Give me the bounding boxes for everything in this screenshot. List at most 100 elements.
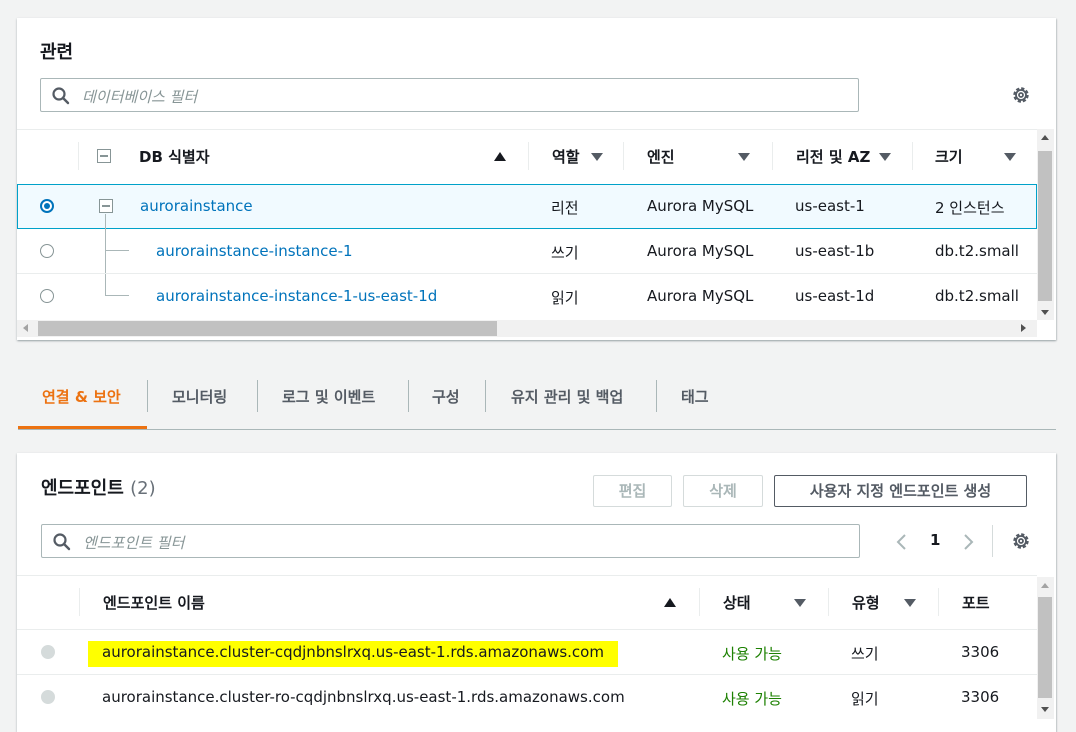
database-filter-placeholder: 데이터베이스 필터 [82,88,198,106]
row-engine: Aurora MySQL [647,197,754,215]
tab-maintenance-backup[interactable]: 유지 관리 및 백업 [511,378,623,428]
tree-line [105,295,129,296]
column-endpoint-name[interactable]: 엔드포인트 이름 [103,592,205,613]
sort-ascending-icon[interactable] [664,598,676,607]
row-size: db.t2.small [935,242,1019,260]
horizontal-scrollbar[interactable] [17,320,1037,337]
row-role: 쓰기 [551,244,579,262]
detail-tabs: 연결 & 보안 모니터링 로그 및 이벤트 구성 유지 관리 및 백업 태그 [18,378,1056,430]
table-top-border [17,575,1037,576]
tab-connectivity-security[interactable]: 연결 & 보안 [18,378,147,429]
sort-caret-down-icon[interactable] [738,153,750,161]
related-panel: 관련 데이터베이스 필터 DB 식별자 역할 엔진 리전 및 AZ 크기 aur… [17,18,1056,340]
sort-caret-down-icon[interactable] [591,153,603,161]
row-size: db.t2.small [935,287,1019,305]
scroll-left-arrow-icon[interactable] [23,324,28,332]
row-radio-selected[interactable] [40,199,54,213]
row-divider [17,273,1037,274]
row-radio[interactable] [40,289,54,303]
column-db-id[interactable]: DB 식별자 [139,146,210,167]
scroll-right-arrow-icon[interactable] [1021,324,1026,332]
table-top-border [17,129,1037,130]
scroll-down-arrow-icon[interactable] [1041,310,1049,315]
column-type[interactable]: 유형 [852,592,880,613]
column-region[interactable]: 리전 및 AZ [796,146,870,167]
tab-separator [257,380,258,412]
database-filter-input[interactable]: 데이터베이스 필터 [40,78,859,112]
endpoints-count: (2) [130,478,156,499]
chevron-right-icon[interactable] [961,533,975,551]
delete-button[interactable]: 삭제 [683,475,763,507]
endpoint-port: 3306 [961,643,1000,661]
row-region: us-east-1b [795,242,875,260]
sort-caret-down-icon[interactable] [794,599,806,607]
search-icon [52,87,70,105]
column-engine[interactable]: 엔진 [647,146,675,167]
endpoint-filter-placeholder: 엔드포인트 필터 [83,534,185,552]
column-size[interactable]: 크기 [935,146,963,167]
row-region: us-east-1 [795,197,865,215]
settings-gear-icon[interactable] [1010,84,1032,106]
scroll-down-arrow-icon[interactable] [1041,707,1049,712]
sort-caret-down-icon[interactable] [1004,153,1016,161]
scroll-up-arrow-icon[interactable] [1041,135,1049,140]
endpoints-title-text: 엔드포인트 [41,478,124,499]
collapse-all-icon[interactable] [97,149,111,163]
vertical-scrollbar[interactable] [1037,577,1054,719]
sort-caret-down-icon[interactable] [879,153,891,161]
column-separator [828,588,829,616]
endpoint-name: aurorainstance.cluster-cqdjnbnslrxq.us-e… [88,641,618,667]
column-separator [623,142,624,170]
endpoint-port: 3306 [961,688,1000,706]
row-size: 2 인스턴스 [935,199,1005,217]
tab-configuration[interactable]: 구성 [432,378,460,428]
tab-separator [408,380,409,412]
db-id-link[interactable]: aurorainstance [140,197,253,215]
vertical-scrollbar[interactable] [1037,129,1054,320]
current-page-number[interactable]: 1 [930,531,940,549]
row-region: us-east-1d [795,287,875,305]
tab-separator [485,380,486,412]
sort-caret-down-icon[interactable] [904,599,916,607]
row-radio-disabled [41,645,55,659]
endpoint-type: 쓰기 [851,645,879,663]
sort-ascending-icon[interactable] [494,152,506,161]
scroll-thumb[interactable] [1038,597,1052,698]
column-separator [699,588,700,616]
endpoint-filter-input[interactable]: 엔드포인트 필터 [41,524,860,558]
row-divider [17,629,1037,630]
row-radio-disabled [41,690,55,704]
row-engine: Aurora MySQL [647,287,754,305]
row-radio[interactable] [40,244,54,258]
tab-separator [656,380,657,412]
column-separator [78,142,79,170]
search-icon [53,533,71,551]
endpoint-status: 사용 가능 [722,690,782,708]
tab-monitoring[interactable]: 모니터링 [172,378,227,428]
tree-line [105,250,129,251]
tab-logs-events[interactable]: 로그 및 이벤트 [282,378,375,428]
db-id-link[interactable]: aurorainstance-instance-1 [156,242,353,260]
column-separator [938,588,939,616]
endpoint-name: aurorainstance.cluster-ro-cqdjnbnslrxq.u… [102,688,625,706]
scroll-thumb[interactable] [1038,151,1052,301]
endpoints-panel: 엔드포인트 (2) 편집 삭제 사용자 지정 엔드포인트 생성 엔드포인트 필터… [17,453,1056,732]
row-engine: Aurora MySQL [647,242,754,260]
create-custom-endpoint-button[interactable]: 사용자 지정 엔드포인트 생성 [774,475,1027,507]
edit-button[interactable]: 편집 [593,475,672,507]
column-role[interactable]: 역할 [552,146,580,167]
db-id-link[interactable]: aurorainstance-instance-1-us-east-1d [156,287,437,305]
chevron-left-icon[interactable] [895,533,909,551]
scroll-up-arrow-icon[interactable] [1041,583,1049,588]
scroll-thumb[interactable] [38,321,497,336]
endpoint-status: 사용 가능 [722,645,782,663]
column-port[interactable]: 포트 [962,592,990,613]
endpoint-type: 읽기 [851,690,879,708]
column-status[interactable]: 상태 [723,592,751,613]
tree-line [105,214,106,295]
column-separator [79,588,80,616]
tab-tags[interactable]: 태그 [681,378,709,428]
settings-gear-icon[interactable] [1010,530,1032,552]
collapse-row-icon[interactable] [99,199,113,213]
column-separator [772,142,773,170]
